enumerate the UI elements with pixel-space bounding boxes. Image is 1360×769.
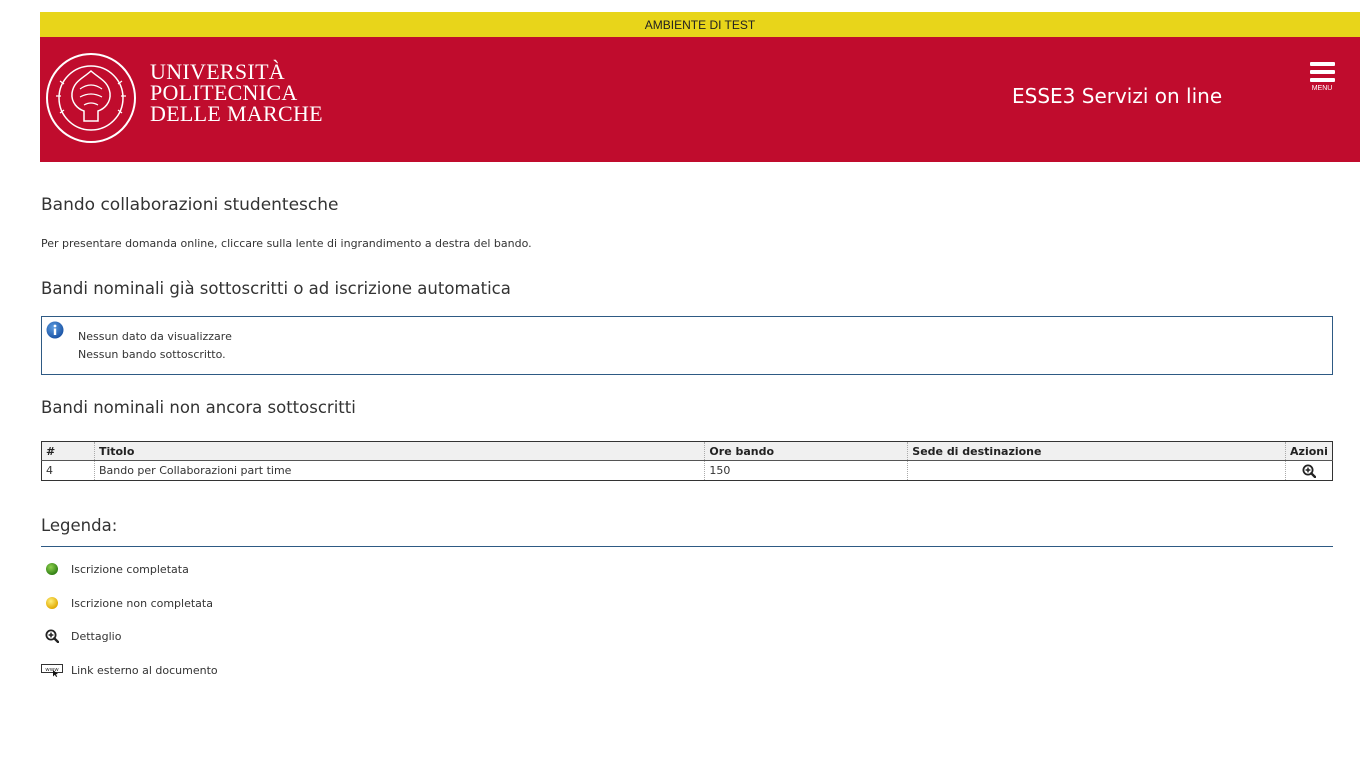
- test-environment-label: AMBIENTE DI TEST: [644, 17, 756, 32]
- green-dot-icon: [46, 563, 58, 575]
- table-header-row: # Titolo Ore bando Sede di destinazione …: [41, 441, 1333, 461]
- yellow-dot-icon: [46, 597, 58, 609]
- svg-text:www: www: [45, 667, 59, 673]
- legend-item: www Link esterno al documento: [41, 662, 218, 678]
- test-environment-banner: AMBIENTE DI TEST: [40, 12, 1360, 37]
- university-name-line3: DELLE MARCHE: [150, 101, 323, 126]
- zoom-in-icon: [45, 629, 59, 643]
- service-title: ESSE3 Servizi on line: [1012, 84, 1223, 108]
- legend-label: Link esterno al documento: [71, 663, 218, 677]
- column-header-ore-bando: Ore bando: [704, 441, 909, 461]
- cell-sede: [907, 460, 1286, 481]
- cell-ore-bando: 150: [704, 460, 909, 481]
- hamburger-icon-bar: [1309, 78, 1335, 82]
- legend-divider: [41, 546, 1333, 547]
- legend-label: Iscrizione non completata: [71, 596, 213, 610]
- column-header-sede: Sede di destinazione: [907, 441, 1286, 461]
- site-header: UNIVERSITÀ POLITECNICA DELLE MARCHE ESSE…: [40, 37, 1360, 162]
- bandi-table: # Titolo Ore bando Sede di destinazione …: [41, 441, 1333, 481]
- hamburger-icon-bar: [1309, 62, 1335, 66]
- cell-num: 4: [41, 460, 95, 481]
- subscribed-section-title: Bandi nominali già sottoscritti o ad isc…: [41, 279, 511, 298]
- table-row: 4 Bando per Collaborazioni part time 150: [41, 460, 1333, 481]
- page-intro: Per presentare domanda online, cliccare …: [41, 237, 532, 250]
- info-message-box: Nessun dato da visualizzare Nessun bando…: [41, 316, 1333, 375]
- legend-item: Dettaglio: [41, 628, 121, 644]
- university-name: UNIVERSITÀ POLITECNICA DELLE MARCHE: [150, 59, 323, 126]
- legend-item: Iscrizione completata: [41, 561, 189, 577]
- unsubscribed-section-title: Bandi nominali non ancora sottoscritti: [41, 398, 356, 417]
- university-seal-logo: [46, 53, 136, 143]
- menu-button[interactable]: MENU: [1302, 62, 1342, 102]
- legend-label: Iscrizione completata: [71, 562, 189, 576]
- cell-titolo: Bando per Collaborazioni part time: [94, 460, 706, 481]
- column-header-titolo: Titolo: [94, 441, 706, 461]
- page-title: Bando collaborazioni studentesche: [41, 195, 339, 215]
- university-name-line2: POLITECNICA: [150, 80, 298, 105]
- column-header-num: #: [41, 441, 95, 461]
- info-message-line1: Nessun dato da visualizzare: [78, 330, 232, 343]
- legend-item: Iscrizione non completata: [41, 595, 213, 611]
- column-header-azioni: Azioni: [1285, 441, 1333, 461]
- info-icon: [46, 321, 64, 339]
- zoom-in-icon[interactable]: [1302, 464, 1316, 478]
- legend-label: Dettaglio: [71, 629, 122, 643]
- hamburger-icon-bar: [1309, 70, 1335, 74]
- legend-title: Legenda:: [41, 516, 118, 535]
- menu-label: MENU: [1311, 85, 1333, 92]
- cell-azioni: [1285, 461, 1332, 481]
- university-name-line1: UNIVERSITÀ: [150, 59, 285, 84]
- www-link-icon: www: [41, 664, 63, 677]
- info-message-line2: Nessun bando sottoscritto.: [78, 348, 226, 361]
